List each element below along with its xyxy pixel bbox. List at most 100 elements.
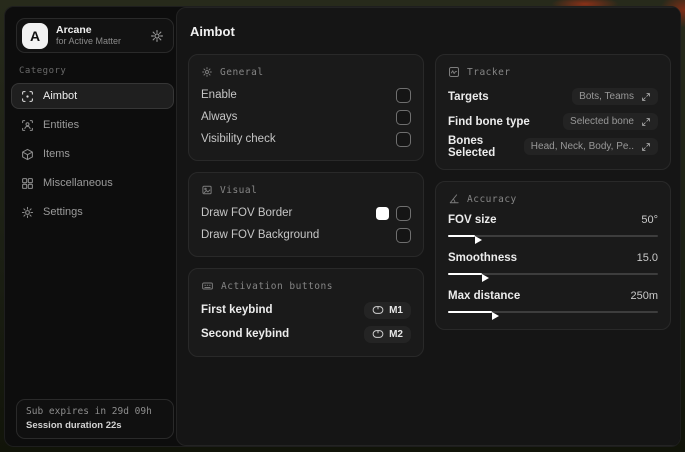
sidebar-item-label: Settings [43,206,83,218]
brand-text: Arcane for Active Matter [56,24,142,46]
general-card-title: General [201,66,411,78]
sub-expires-text: Sub expires in 29d 09h [26,406,152,417]
card-title-label: Activation buttons [221,280,333,292]
adjustments-icon [201,66,213,78]
sidebar-item-label: Items [43,148,70,160]
tracker-card-title: Tracker [448,66,658,78]
expand-icon [641,92,651,102]
smoothness-value: 15.0 [636,252,658,264]
gear-icon[interactable] [150,29,164,43]
main-panel: Aimbot General Enable Always Visibility … [176,7,680,446]
general-row-enable: Enable [201,84,411,106]
general-row-always: Always [201,106,411,128]
sidebar-item-settings[interactable]: Settings [11,199,174,225]
card-title-label: Accuracy [467,193,517,205]
tracker-row-bones-selected: Bones Selected Head, Neck, Body, Pe.. [448,134,658,159]
row-label: Bones Selected [448,134,496,159]
slider-thumb[interactable] [481,274,489,282]
tracker-row-find-bone-type: Find bone type Selected bone [448,109,658,134]
category-nav: Aimbot Entities Items Miscellaneous Sett… [5,83,176,225]
visual-row-fov-border: Draw FOV Border [201,202,411,224]
activation-row-second-keybind: Second keybind M2 [201,322,411,346]
slider-thumb[interactable] [492,312,500,320]
row-label: Max distance [448,290,521,302]
fov-size-slider[interactable] [448,231,658,244]
visibility-check-checkbox[interactable] [396,131,411,147]
columns: General Enable Always Visibility check V… [188,54,671,357]
visual-row-fov-background: Draw FOV Background [201,224,411,246]
person-scan-icon [21,119,34,132]
right-column: Tracker Targets Bots, Teams Find bone ty… [435,54,671,330]
smoothness-slider[interactable] [448,269,658,282]
cheat-menu-window: A Arcane for Active Matter Category Aimb… [4,6,681,447]
dropdown-value: Head, Neck, Body, Pe.. [530,141,634,152]
sidebar-item-label: Entities [43,119,80,131]
sidebar-item-aimbot[interactable]: Aimbot [11,83,174,109]
row-label: Find bone type [448,115,530,128]
radar-icon [448,66,460,78]
row-label: Always [201,111,238,123]
enable-checkbox[interactable] [396,87,411,103]
activation-card: Activation buttons First keybind M1 Seco… [188,268,424,357]
card-title-label: Visual [220,184,258,196]
general-card: General Enable Always Visibility check [188,54,424,161]
slider-fill [448,311,500,320]
row-label: Enable [201,89,237,101]
first-keybind-button[interactable]: M1 [364,301,411,319]
left-column: General Enable Always Visibility check V… [188,54,424,357]
expand-icon [641,142,651,152]
bones-selected-dropdown[interactable]: Head, Neck, Body, Pe.. [523,138,658,155]
second-keybind-button[interactable]: M2 [364,325,411,343]
session-duration-text: Session duration 22s [26,420,122,431]
brand-tagline: for Active Matter [56,36,122,47]
page-title: Aimbot [190,24,235,39]
row-label: FOV size [448,214,497,226]
card-title-label: General [220,66,264,78]
find-bone-type-dropdown[interactable]: Selected bone [563,113,658,130]
accuracy-row-fov-size: FOV size 50° [448,211,658,244]
mouse-icon [372,329,384,339]
cube-icon [21,148,34,161]
angle-icon [448,193,460,205]
slider-fill [448,273,489,282]
always-checkbox[interactable] [396,109,411,125]
tracker-row-targets: Targets Bots, Teams [448,84,658,109]
fov-border-controls [376,205,411,221]
dropdown-value: Selected bone [570,116,634,127]
brand-logo: A [22,22,48,49]
visual-card-title: Visual [201,184,411,196]
category-label: Category [19,66,67,76]
crosshair-icon [21,90,34,103]
row-label: Draw FOV Background [201,229,320,241]
slider-fill [448,235,483,244]
tracker-card: Tracker Targets Bots, Teams Find bone ty… [435,54,671,170]
keyboard-icon [201,280,214,292]
mouse-icon [372,305,384,315]
sidebar-item-entities[interactable]: Entities [11,112,174,138]
activation-row-first-keybind: First keybind M1 [201,298,411,322]
max-distance-value: 250m [630,290,658,302]
accuracy-card: Accuracy FOV size 50° Smoothness 15.0 Ma… [435,181,671,330]
sidebar-item-label: Miscellaneous [43,177,113,189]
fov-border-color-swatch[interactable] [376,206,389,220]
grid-icon [21,177,34,190]
targets-dropdown[interactable]: Bots, Teams [572,88,658,105]
dropdown-value: Bots, Teams [579,91,634,102]
card-title-label: Tracker [467,66,511,78]
keybind-value: M1 [389,304,403,316]
sidebar-item-label: Aimbot [43,90,78,102]
expand-icon [641,117,651,127]
brand-box: A Arcane for Active Matter [16,18,174,53]
visual-card: Visual Draw FOV Border Draw FOV Backgrou… [188,172,424,257]
max-distance-slider[interactable] [448,307,658,320]
draw-fov-border-checkbox[interactable] [396,205,411,221]
row-label: Visibility check [201,133,276,145]
subscription-box: Sub expires in 29d 09h Session duration … [16,399,174,439]
row-label: Targets [448,90,489,103]
slider-thumb[interactable] [475,236,483,244]
image-icon [201,184,213,196]
sidebar-item-miscellaneous[interactable]: Miscellaneous [11,170,174,196]
draw-fov-background-checkbox[interactable] [396,227,411,243]
fov-size-value: 50° [641,214,658,226]
sidebar-item-items[interactable]: Items [11,141,174,167]
